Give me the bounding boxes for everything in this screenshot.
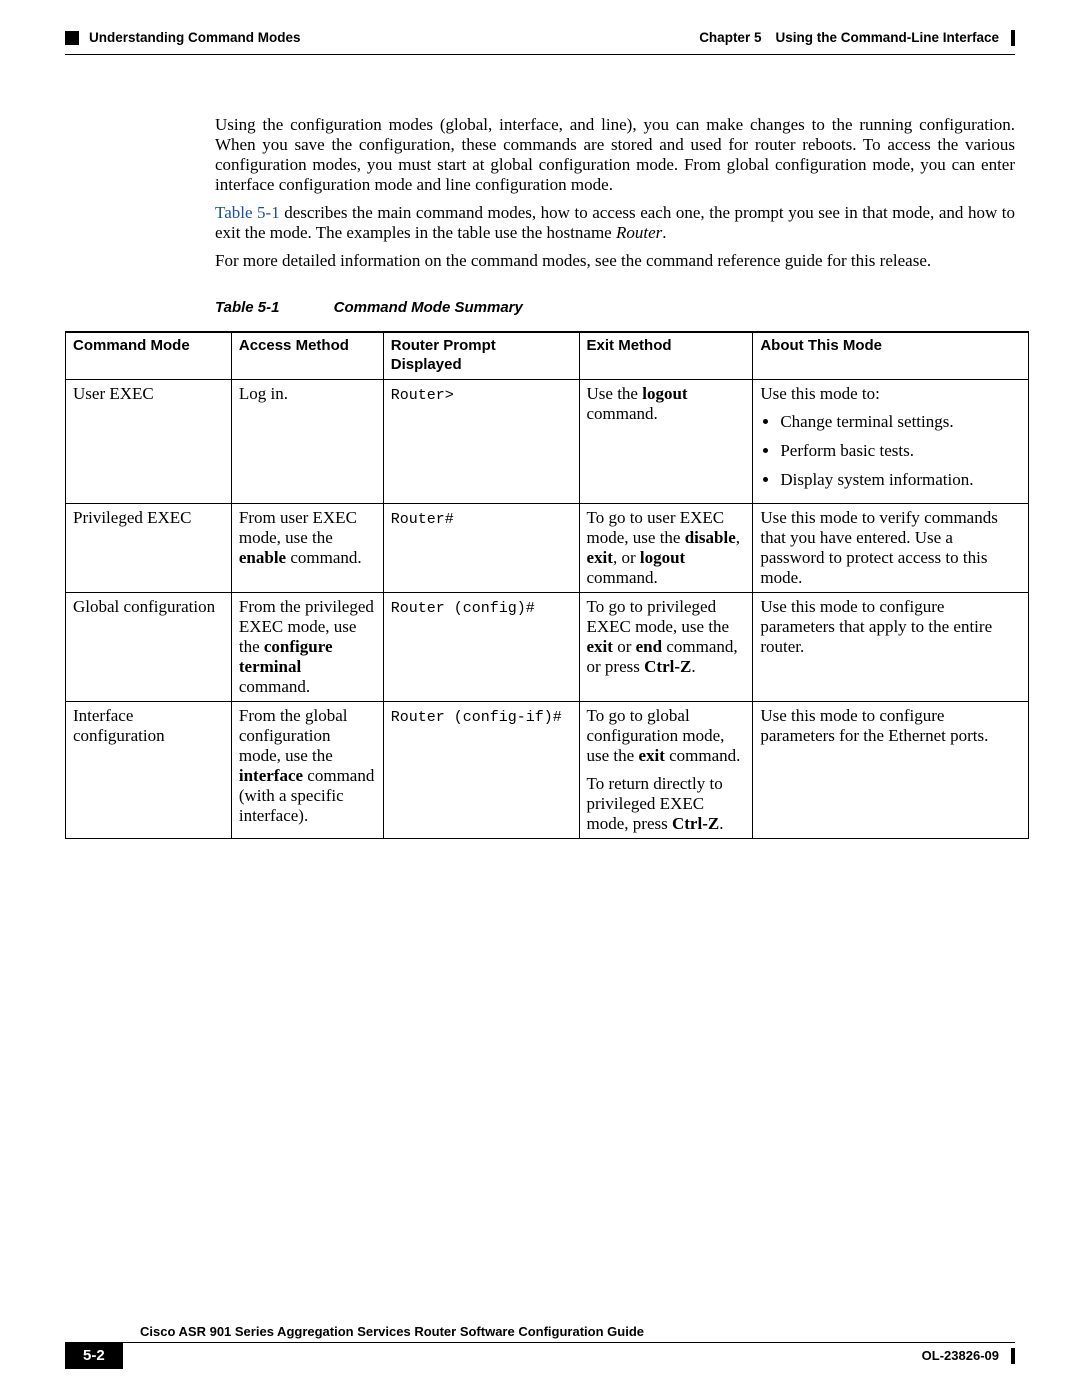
paragraph: For more detailed information on the com… — [215, 251, 1015, 271]
cell-mode: User EXEC — [66, 379, 232, 503]
paragraph: Using the configuration modes (global, i… — [215, 115, 1015, 195]
col-header: Router Prompt Displayed — [383, 332, 579, 379]
list-item: Change terminal settings. — [780, 412, 1021, 432]
text: command. — [587, 568, 658, 587]
prompt-text: Router (config-if)# — [391, 709, 562, 726]
text: command. — [665, 746, 741, 765]
text: . — [719, 814, 723, 833]
table-title: Command Mode Summary — [334, 299, 523, 316]
page-content: Understanding Command Modes Chapter 5 Us… — [0, 0, 1080, 839]
page-footer: Cisco ASR 901 Series Aggregation Service… — [0, 1324, 1080, 1369]
footer-top: Cisco ASR 901 Series Aggregation Service… — [65, 1324, 1015, 1343]
square-marker-icon — [65, 31, 79, 45]
text: command. — [239, 677, 310, 696]
cmd-bold: interface — [239, 766, 303, 785]
cmd-bold: Ctrl-Z — [644, 657, 691, 676]
cmd-bold: exit — [587, 548, 613, 567]
text: From user EXEC mode, use the — [239, 508, 357, 547]
cell-about: Use this mode to: Change terminal settin… — [753, 379, 1029, 503]
bar-marker-icon — [1011, 1348, 1015, 1364]
section-title: Understanding Command Modes — [89, 30, 301, 46]
cell-access: From user EXEC mode, use the enable comm… — [231, 503, 383, 592]
table-row: Interface configuration From the global … — [66, 702, 1029, 839]
cell-exit: To go to global configuration mode, use … — [579, 702, 753, 839]
command-mode-table: Command Mode Access Method Router Prompt… — [65, 331, 1029, 839]
table-row: User EXEC Log in. Router> Use the logout… — [66, 379, 1029, 503]
text: Use this mode to: — [760, 384, 1021, 404]
text-block: To return directly to privileged EXEC mo… — [587, 774, 746, 834]
cell-mode: Global configuration — [66, 592, 232, 701]
cmd-bold: exit — [638, 746, 664, 765]
cmd-bold: logout — [642, 384, 687, 403]
col-header: Command Mode — [66, 332, 232, 379]
text: command. — [286, 548, 362, 567]
body-text: Using the configuration modes (global, i… — [65, 55, 1015, 317]
cell-prompt: Router> — [383, 379, 579, 503]
list-item: Perform basic tests. — [780, 441, 1021, 461]
col-header: Access Method — [231, 332, 383, 379]
cell-access: From the global configuration mode, use … — [231, 702, 383, 839]
text: or — [613, 637, 636, 656]
prompt-text: Router (config)# — [391, 600, 535, 617]
text: To go to privileged EXEC mode, use the — [587, 597, 730, 636]
doc-id-text: OL-23826-09 — [922, 1348, 999, 1363]
cell-prompt: Router# — [383, 503, 579, 592]
table-header-row: Command Mode Access Method Router Prompt… — [66, 332, 1029, 379]
cmd-bold: end — [636, 637, 662, 656]
text: . — [691, 657, 695, 676]
document-id: OL-23826-09 — [922, 1348, 1015, 1364]
about-list: Change terminal settings. Perform basic … — [760, 412, 1021, 490]
text: , — [736, 528, 740, 547]
cell-mode: Privileged EXEC — [66, 503, 232, 592]
col-header: Exit Method — [579, 332, 753, 379]
text: command. — [587, 404, 658, 423]
chapter-title: Using the Command-Line Interface — [775, 30, 999, 46]
cell-about: Use this mode to configure parameters fo… — [753, 702, 1029, 839]
text: Displayed — [391, 356, 462, 373]
cell-access: From the privileged EXEC mode, use the c… — [231, 592, 383, 701]
cell-mode: Interface configuration — [66, 702, 232, 839]
table-ref-link[interactable]: Table 5-1 — [215, 203, 280, 222]
footer-bottom: 5-2 OL-23826-09 — [65, 1343, 1015, 1369]
text: Use the — [587, 384, 643, 403]
table-row: Global configuration From the privileged… — [66, 592, 1029, 701]
header-right: Chapter 5 Using the Command-Line Interfa… — [699, 30, 1015, 46]
prompt-text: Router> — [391, 387, 454, 404]
cmd-bold: enable — [239, 548, 286, 567]
text: . — [662, 223, 666, 242]
cell-exit: To go to user EXEC mode, use the disable… — [579, 503, 753, 592]
cmd-bold: logout — [640, 548, 685, 567]
text-block: To go to global configuration mode, use … — [587, 706, 746, 766]
cell-prompt: Router (config-if)# — [383, 702, 579, 839]
col-header: About This Mode — [753, 332, 1029, 379]
cell-about: Use this mode to configure parameters th… — [753, 592, 1029, 701]
text: From the global configuration mode, use … — [239, 706, 348, 765]
text: , or — [613, 548, 640, 567]
cell-exit: To go to privileged EXEC mode, use the e… — [579, 592, 753, 701]
list-item: Display system information. — [780, 470, 1021, 490]
bar-marker-icon — [1011, 30, 1015, 46]
cell-prompt: Router (config)# — [383, 592, 579, 701]
hostname-italic: Router — [616, 223, 662, 242]
table-caption: Table 5-1 Command Mode Summary — [215, 299, 1015, 317]
paragraph: Table 5-1 describes the main command mod… — [215, 203, 1015, 243]
text: Router Prompt — [391, 337, 496, 354]
running-header: Understanding Command Modes Chapter 5 Us… — [65, 30, 1015, 46]
page-number-badge: 5-2 — [65, 1343, 123, 1369]
cmd-bold: Ctrl-Z — [672, 814, 719, 833]
cmd-bold: disable — [685, 528, 736, 547]
prompt-text: Router# — [391, 511, 454, 528]
table-row: Privileged EXEC From user EXEC mode, use… — [66, 503, 1029, 592]
chapter-number: Chapter 5 — [699, 30, 761, 46]
guide-title: Cisco ASR 901 Series Aggregation Service… — [65, 1324, 1015, 1343]
cell-access: Log in. — [231, 379, 383, 503]
header-left: Understanding Command Modes — [65, 30, 301, 46]
cell-about: Use this mode to verify commands that yo… — [753, 503, 1029, 592]
table-label: Table 5-1 — [215, 299, 279, 316]
cmd-bold: exit — [587, 637, 613, 656]
cell-exit: Use the logout command. — [579, 379, 753, 503]
table-wrapper: Command Mode Access Method Router Prompt… — [65, 331, 1015, 839]
